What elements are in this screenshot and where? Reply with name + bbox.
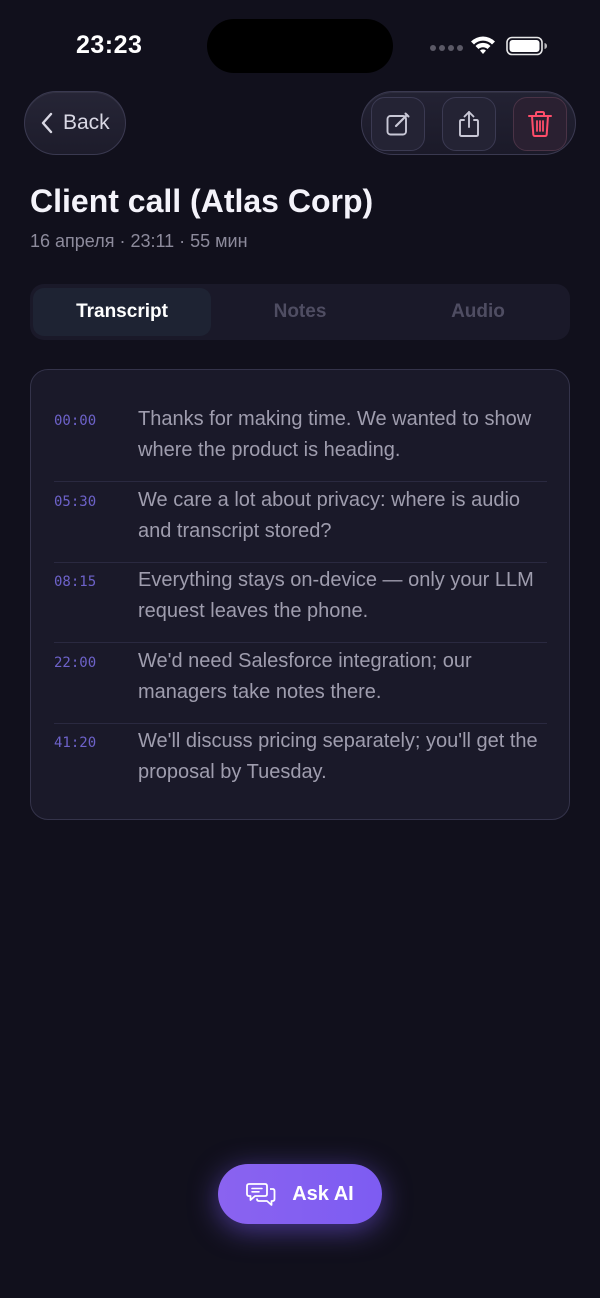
segment-timestamp[interactable]: 05:30 [54, 494, 96, 510]
edit-button[interactable] [371, 97, 425, 151]
segment-timestamp[interactable]: 08:15 [54, 574, 96, 590]
trash-icon [528, 111, 552, 137]
segment-text: We'd need Salesforce integration; our ma… [138, 650, 472, 703]
cellular-signal-icon [430, 43, 464, 53]
share-button[interactable] [442, 97, 496, 151]
status-bar: 23:23 [0, 0, 600, 92]
segment-text: Thanks for making time. We wanted to sho… [138, 408, 532, 461]
segment-timestamp[interactable]: 22:00 [54, 655, 96, 671]
segment-text: We'll discuss pricing separately; you'll… [138, 730, 538, 783]
share-icon [459, 111, 479, 137]
delete-button[interactable] [513, 97, 567, 151]
ask-ai-button[interactable]: Ask AI [218, 1164, 382, 1224]
tab-notes[interactable]: Notes [211, 288, 389, 336]
transcript-segment[interactable]: 22:00 We'd need Salesforce integration; … [54, 644, 547, 724]
edit-icon [386, 112, 410, 136]
tab-transcript[interactable]: Transcript [33, 288, 211, 336]
chat-bubbles-icon [246, 1183, 276, 1206]
page-title: Client call (Atlas Corp) [30, 183, 374, 219]
wifi-icon [471, 36, 495, 54]
back-label: Back [63, 111, 110, 134]
segment-text: We care a lot about privacy: where is au… [138, 489, 521, 542]
chevron-left-icon [41, 112, 53, 134]
status-time: 23:23 [76, 31, 143, 59]
segmented-tabs: Transcript Notes Audio [30, 284, 570, 340]
segment-timestamp[interactable]: 00:00 [54, 413, 96, 429]
dynamic-island [207, 19, 393, 73]
recording-meta: 16 апреля · 23:11 · 55 мин [30, 231, 248, 251]
divider [54, 642, 547, 643]
segment-text: Everything stays on-device — only your L… [138, 569, 534, 622]
ask-ai-label: Ask AI [292, 1182, 354, 1205]
back-button[interactable]: Back [24, 91, 126, 155]
divider [54, 481, 547, 482]
transcript-segment[interactable]: 00:00 Thanks for making time. We wanted … [54, 402, 547, 482]
transcript-segment[interactable]: 05:30 We care a lot about privacy: where… [54, 483, 547, 563]
battery-icon [506, 36, 547, 56]
segment-timestamp[interactable]: 41:20 [54, 735, 96, 751]
transcript-segment[interactable]: 41:20 We'll discuss pricing separately; … [54, 724, 547, 804]
note-actions-group [361, 91, 576, 155]
transcript-card: 00:00 Thanks for making time. We wanted … [30, 369, 570, 820]
transcript-segment[interactable]: 08:15 Everything stays on-device — only … [54, 563, 547, 643]
tab-audio[interactable]: Audio [389, 288, 567, 336]
